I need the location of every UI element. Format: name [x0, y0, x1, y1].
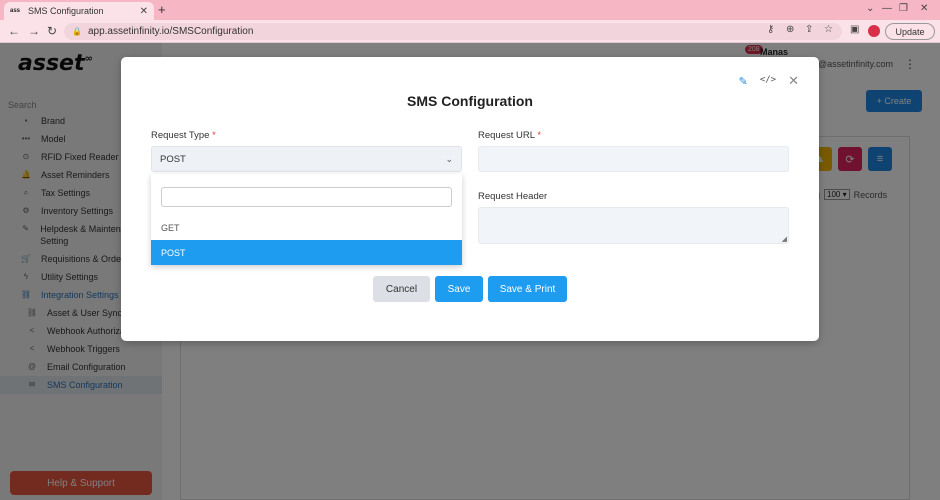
- address-bar: ← → ↻ 🔒 app.assetinfinity.io/SMSConfigur…: [0, 20, 940, 43]
- request-type-label: Request Type *: [151, 130, 216, 141]
- dropdown-option-get[interactable]: GET: [151, 215, 462, 240]
- browser-tab[interactable]: ass SMS Configuration ✕: [4, 2, 154, 20]
- tab-title: SMS Configuration: [28, 6, 104, 16]
- cancel-button[interactable]: Cancel: [373, 276, 430, 302]
- request-url-input[interactable]: [478, 146, 789, 172]
- close-window-icon[interactable]: ✕: [920, 3, 928, 14]
- request-url-label: Request URL *: [478, 130, 542, 141]
- update-button[interactable]: Update: [885, 23, 935, 40]
- url-text: app.assetinfinity.io/SMSConfiguration: [87, 26, 254, 37]
- lock-icon: 🔒: [72, 27, 82, 36]
- profile-avatar[interactable]: [868, 25, 880, 37]
- share-icon[interactable]: ⇪: [805, 24, 813, 35]
- close-icon[interactable]: ✕: [788, 74, 799, 88]
- sidepanel-icon[interactable]: ▣: [850, 24, 859, 35]
- resize-handle-icon[interactable]: ◢: [782, 235, 787, 243]
- key-icon[interactable]: ⚷: [767, 24, 774, 35]
- save-print-button[interactable]: Save & Print: [488, 276, 567, 302]
- install-icon[interactable]: ⊕: [786, 24, 794, 35]
- close-tab-icon[interactable]: ✕: [140, 6, 148, 17]
- request-header-label: Request Header: [478, 191, 548, 202]
- chevron-down-icon[interactable]: ⌄: [866, 3, 874, 14]
- favicon-icon: ass: [10, 8, 21, 14]
- modal-title: SMS Configuration: [407, 93, 533, 109]
- request-type-dropdown: GET POST: [151, 174, 462, 265]
- chevron-down-icon: ⌄: [445, 153, 453, 164]
- browser-tab-bar: ass SMS Configuration ✕ + ⌄ — ❐ ✕: [0, 0, 940, 20]
- dropdown-option-post[interactable]: POST: [151, 240, 462, 265]
- request-header-textarea[interactable]: ◢: [478, 207, 789, 244]
- restore-icon[interactable]: ❐: [899, 3, 908, 14]
- minimize-icon[interactable]: —: [882, 3, 892, 14]
- star-icon[interactable]: ☆: [824, 24, 833, 35]
- forward-icon[interactable]: →: [28, 24, 40, 38]
- sms-configuration-modal: ✎ </> ✕ SMS Configuration Request Type *…: [121, 57, 819, 341]
- code-icon[interactable]: </>: [760, 75, 776, 88]
- back-icon[interactable]: ←: [8, 24, 20, 38]
- save-button[interactable]: Save: [435, 276, 483, 302]
- dropdown-search-input[interactable]: [161, 187, 452, 207]
- url-field[interactable]: 🔒 app.assetinfinity.io/SMSConfiguration: [64, 23, 842, 40]
- new-tab-button[interactable]: +: [158, 2, 166, 17]
- reload-icon[interactable]: ↻: [47, 24, 57, 38]
- edit-icon[interactable]: ✎: [739, 75, 748, 88]
- request-type-select[interactable]: POST ⌄: [151, 146, 462, 172]
